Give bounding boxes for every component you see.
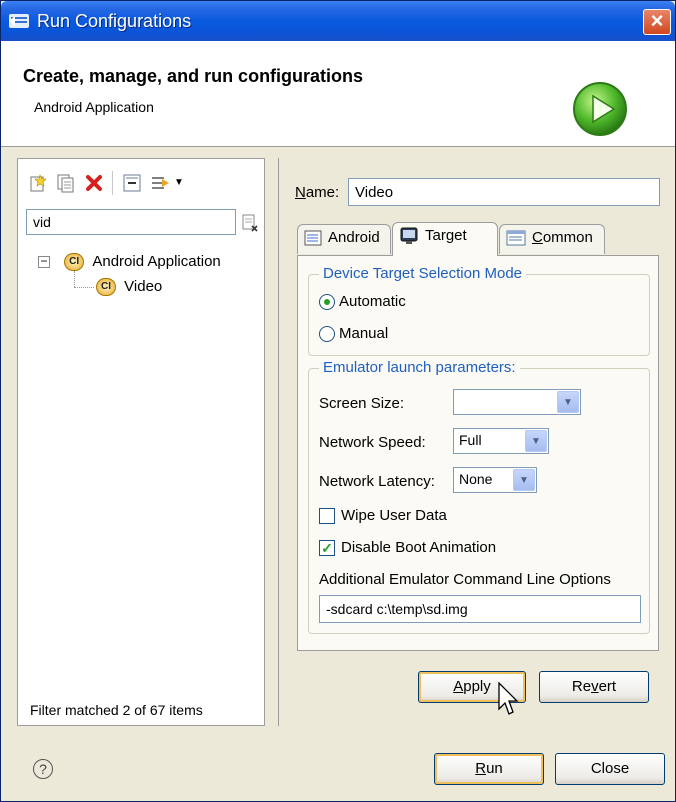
network-speed-select[interactable]: Full ▼ [453, 428, 549, 454]
dialog-header: Create, manage, and run configurations A… [1, 41, 675, 147]
name-field[interactable] [348, 178, 660, 206]
target-tab-icon [400, 227, 418, 245]
delete-icon[interactable] [84, 173, 104, 193]
automatic-radio[interactable]: Automatic [319, 293, 406, 311]
duplicate-icon[interactable] [56, 173, 76, 193]
screen-size-label: Screen Size: [319, 395, 405, 412]
chevron-down-icon[interactable]: ▼ [525, 430, 547, 452]
checkbox-label: Disable Boot Animation [341, 539, 497, 556]
header-subtitle: Android Application [34, 99, 154, 115]
tab-bar: Android Target Common [297, 222, 657, 256]
chevron-down-icon[interactable]: ▼ [557, 391, 579, 413]
filter-icon[interactable] [150, 173, 170, 193]
title-bar[interactable]: Run Configurations × [1, 1, 675, 41]
android-app-config-icon: CI [96, 278, 116, 297]
filter-status-text: Filter matched 2 of 67 items [30, 702, 203, 718]
tree-connector [74, 287, 94, 288]
radio-label: Manual [339, 325, 389, 342]
new-launch-config-icon[interactable] [28, 173, 48, 193]
run-configurations-icon [9, 14, 29, 28]
tree-connector [74, 271, 75, 287]
checkbox-label: Wipe User Data [341, 507, 447, 524]
android-tab-icon [304, 230, 322, 246]
network-latency-select[interactable]: None ▼ [453, 467, 537, 493]
manual-radio[interactable]: Manual [319, 325, 389, 343]
device-target-mode-group: Device Target Selection Mode Automatic M… [308, 265, 650, 356]
common-tab-icon [506, 230, 526, 246]
tree-item-video[interactable]: CI Video [96, 278, 163, 297]
network-speed-label: Network Speed: [319, 434, 426, 451]
disable-boot-animation-checkbox[interactable]: ✓ Disable Boot Animation [319, 539, 497, 557]
collapse-toggle-icon[interactable]: − [38, 255, 50, 269]
tree-item-android-application[interactable]: − CI Android Application [38, 253, 221, 272]
tab-label: Android [328, 229, 380, 246]
group-title: Emulator launch parameters: [319, 359, 520, 376]
screen-size-select[interactable]: ▼ [453, 389, 581, 415]
select-value: None [459, 471, 493, 487]
run-configurations-dialog: Run Configurations × Create, manage, and… [0, 0, 676, 802]
filter-input[interactable] [26, 209, 236, 235]
tab-target[interactable]: Target [392, 222, 498, 256]
cmdline-options-label: Additional Emulator Command Line Options [319, 571, 611, 588]
radio-unselected-icon [319, 326, 335, 343]
tab-android[interactable]: Android [297, 224, 391, 254]
radio-label: Automatic [339, 293, 406, 310]
mouse-cursor-icon [498, 682, 519, 715]
checkbox-unchecked-icon [319, 508, 335, 525]
toolbar-separator [112, 171, 113, 195]
collapse-all-icon[interactable] [122, 173, 142, 193]
configurations-tree-pane: ▼ − CI Android Application CI Video Filt… [17, 158, 265, 726]
run-banner-icon [573, 82, 627, 136]
revert-button[interactable]: Revert [539, 671, 649, 703]
android-app-config-icon: CI [64, 253, 85, 272]
emulator-launch-params-group: Emulator launch parameters: Screen Size:… [308, 359, 650, 634]
window-close-button[interactable]: × [643, 9, 671, 35]
wipe-user-data-checkbox[interactable]: Wipe User Data [319, 507, 447, 525]
target-tab-content: Device Target Selection Mode Automatic M… [297, 255, 659, 651]
tree-item-label: Android Application [92, 253, 221, 270]
configuration-editor-pane: Name: Android Target [278, 158, 675, 726]
window-title: Run Configurations [37, 11, 192, 31]
radio-selected-icon [319, 294, 335, 311]
filter-dropdown-icon[interactable]: ▼ [174, 177, 184, 188]
close-button[interactable]: Close [555, 753, 665, 785]
select-value: Full [459, 432, 482, 448]
group-title: Device Target Selection Mode [319, 265, 526, 282]
tree-item-label: Video [124, 278, 163, 295]
help-icon[interactable]: ? [33, 759, 53, 779]
name-label: Name: [295, 184, 340, 201]
header-title: Create, manage, and run configurations [23, 66, 364, 86]
tab-label: Target [425, 227, 467, 244]
chevron-down-icon[interactable]: ▼ [513, 469, 535, 491]
tab-label: Common [532, 229, 593, 246]
tab-common[interactable]: Common [499, 224, 605, 254]
run-button[interactable]: Run [434, 753, 544, 785]
cmdline-options-input[interactable] [319, 595, 641, 623]
clear-filter-icon[interactable] [240, 213, 260, 233]
checkmark-icon: ✓ [319, 540, 335, 557]
network-latency-label: Network Latency: [319, 473, 435, 490]
